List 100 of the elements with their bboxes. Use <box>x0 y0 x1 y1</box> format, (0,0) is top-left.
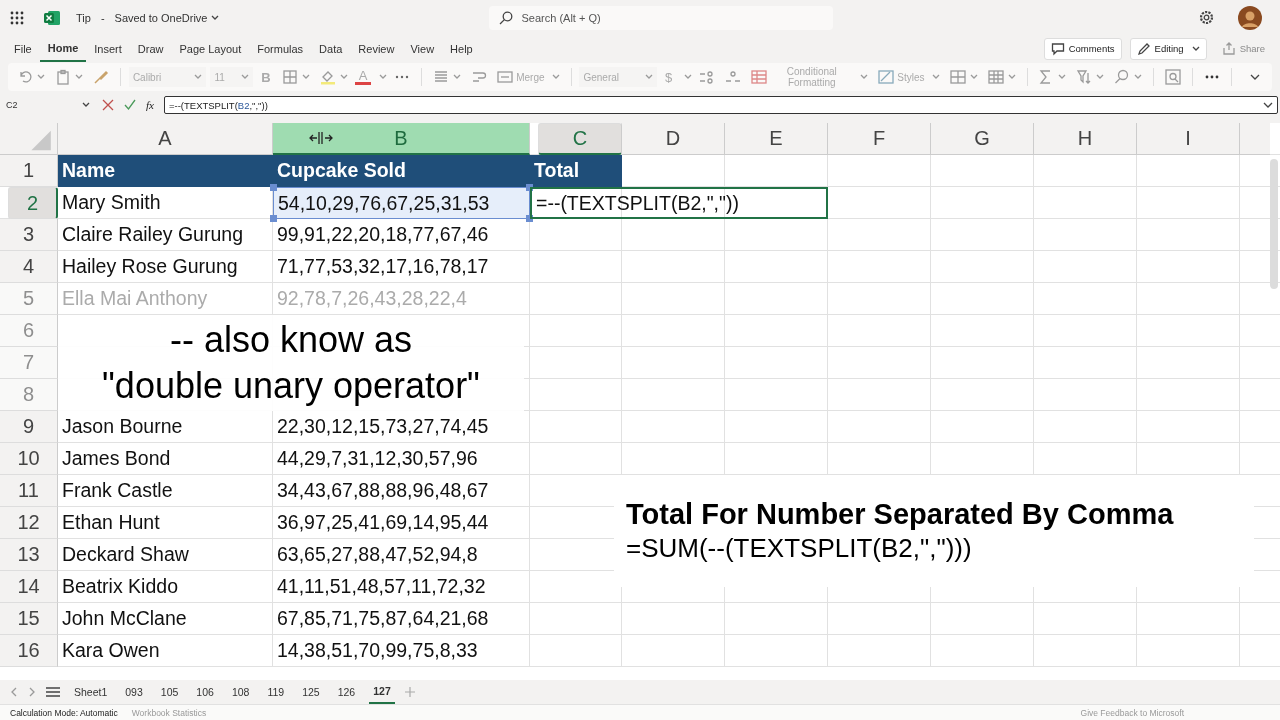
menu-tab[interactable]: Help <box>442 35 481 62</box>
vertical-scrollbar[interactable] <box>1270 159 1278 289</box>
app-launcher-icon[interactable] <box>10 10 24 25</box>
title-separator: - <box>100 11 105 24</box>
borders-icon[interactable] <box>281 69 298 85</box>
increase-decimal-icon[interactable] <box>699 69 716 85</box>
row-header[interactable]: 4 <box>0 251 58 283</box>
sheet-tab[interactable]: 125 <box>298 680 324 704</box>
table-cell-text: 44,29,7,31,12,30,57,96 <box>276 446 479 471</box>
wrap-text-icon[interactable] <box>471 69 488 85</box>
row-header[interactable]: 14 <box>0 571 58 603</box>
fill-color-icon[interactable] <box>319 69 336 85</box>
selection-handle[interactable] <box>270 184 277 191</box>
insert-cells-icon[interactable] <box>949 69 966 85</box>
file-name: Tip <box>76 11 91 24</box>
table-cell-text: John McClane <box>61 606 188 631</box>
merge-icon[interactable] <box>497 69 514 85</box>
sheet-tab[interactable]: 119 <box>263 680 289 704</box>
check-icon[interactable] <box>124 99 136 111</box>
sheet-tab[interactable]: 108 <box>227 680 254 704</box>
table-cell-text: 71,77,53,32,17,16,78,17 <box>276 254 490 279</box>
menu-tab[interactable]: Insert <box>86 35 130 62</box>
table-cell-text: Hailey Rose Gurung <box>61 254 239 279</box>
menu-tab[interactable]: Draw <box>129 35 172 62</box>
row-header[interactable]: 3 <box>0 219 58 251</box>
pencil-icon[interactable] <box>1136 41 1151 56</box>
column-header[interactable]: I <box>1137 123 1240 155</box>
sheet-tab[interactable]: 105 <box>156 680 183 704</box>
row-header[interactable]: 2 <box>8 187 58 219</box>
caret-icon[interactable] <box>211 14 220 21</box>
column-header[interactable] <box>1240 123 1270 155</box>
menu-tab[interactable]: File <box>6 35 40 62</box>
row-header[interactable]: 13 <box>0 539 58 571</box>
sheet-tab[interactable]: 106 <box>192 680 218 704</box>
row-header[interactable]: 1 <box>0 155 58 187</box>
row-header[interactable]: 9 <box>0 411 58 443</box>
action-button[interactable]: Comments <box>1043 37 1122 60</box>
selection-handle[interactable] <box>526 184 533 191</box>
clipboard-icon[interactable] <box>55 69 71 85</box>
column-header[interactable]: D <box>622 123 725 155</box>
action-button[interactable]: Editing <box>1129 37 1207 60</box>
save-status-button[interactable]: Saved to OneDrive <box>114 11 220 24</box>
row-header[interactable]: 15 <box>0 603 58 635</box>
table-cell-text: 92,78,7,26,43,28,22,4 <box>276 286 468 311</box>
row-header[interactable]: 16 <box>0 635 58 667</box>
cancel-icon[interactable] <box>102 99 114 111</box>
menu-tab[interactable]: Formulas <box>249 35 312 62</box>
spreadsheet-logo-icon[interactable] <box>44 9 60 26</box>
menu-icon[interactable] <box>46 687 60 697</box>
search-field[interactable]: Search (Alt + Q) <box>489 5 834 30</box>
row-header[interactable]: 11 <box>0 475 58 507</box>
previous-sheet-icon[interactable] <box>10 687 18 697</box>
brush-icon[interactable] <box>93 69 109 85</box>
menu-tab[interactable]: Page Layout <box>171 35 250 62</box>
comment-icon[interactable] <box>1050 41 1065 56</box>
cell-editor[interactable]: =--(TEXTSPLIT(B2,",")) <box>530 187 828 219</box>
sheet-tab[interactable]: Sheet1 <box>70 680 112 704</box>
row-header[interactable]: 12 <box>0 507 58 539</box>
column-title: Cupcake Sold <box>273 155 530 187</box>
table-cell-text: Deckard Shaw <box>61 542 190 567</box>
column-header[interactable]: A <box>58 123 273 155</box>
column-title: Total <box>530 155 622 187</box>
undo-icon[interactable] <box>17 69 33 85</box>
caret-icon[interactable] <box>1191 45 1200 52</box>
next-sheet-icon[interactable] <box>28 687 36 697</box>
table-icon[interactable] <box>751 69 768 85</box>
column-header[interactable]: F <box>828 123 931 155</box>
sheet-tab[interactable]: 126 <box>333 680 360 704</box>
name-box[interactable]: C2 <box>4 100 92 110</box>
align-icon[interactable] <box>433 69 450 85</box>
menu-tab[interactable]: Data <box>311 35 351 62</box>
menu-tab[interactable]: Review <box>350 35 403 62</box>
sheet-tab[interactable]: 093 <box>121 680 147 704</box>
select-all-icon[interactable] <box>0 123 58 155</box>
settings-icon[interactable] <box>1199 10 1214 25</box>
avatar-icon[interactable] <box>1238 5 1262 30</box>
table-cell-text: 63,65,27,88,47,52,94,8 <box>276 542 479 567</box>
grid-icon[interactable] <box>987 69 1004 85</box>
selection-handle[interactable] <box>270 215 277 222</box>
column-header[interactable]: B <box>273 123 530 155</box>
add-sheet-icon[interactable] <box>404 687 415 697</box>
analyze-icon[interactable] <box>1165 69 1182 85</box>
column-header[interactable]: G <box>931 123 1034 155</box>
caret-icon[interactable] <box>82 102 90 108</box>
row-header[interactable]: 10 <box>0 443 58 475</box>
expand-icon[interactable] <box>1263 102 1273 108</box>
selection-handle[interactable] <box>526 215 533 222</box>
column-header[interactable]: E <box>725 123 828 155</box>
menu-tab[interactable]: View <box>402 35 443 62</box>
table-cell-text: Claire Railey Gurung <box>61 222 244 247</box>
column-header[interactable]: H <box>1034 123 1137 155</box>
insert-function-button[interactable]: fx <box>146 99 154 111</box>
decrease-decimal-icon[interactable] <box>725 69 742 85</box>
styles-icon[interactable] <box>878 69 895 85</box>
table-cell-text: 22,30,12,15,73,27,74,45 <box>276 414 490 439</box>
formula-input[interactable]: =--(TEXTSPLIT(B2,",")) <box>163 96 1278 114</box>
column-header[interactable]: C <box>538 123 622 155</box>
resize-cursor-icon[interactable] <box>309 130 333 146</box>
table-cell-text: Beatrix Kiddo <box>61 574 179 599</box>
sort-filter-icon[interactable] <box>1076 69 1093 85</box>
